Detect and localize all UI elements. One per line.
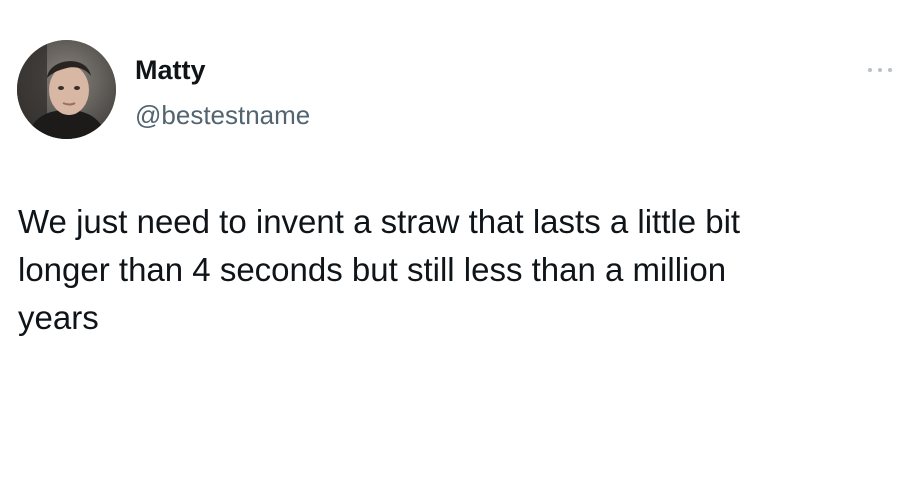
tweet-card: Matty @bestestname We just need to inven… <box>0 0 916 478</box>
more-horizontal-icon <box>878 68 882 72</box>
more-horizontal-icon <box>888 68 892 72</box>
author-display-name[interactable]: Matty <box>135 54 206 86</box>
tweet-text: We just need to invent a straw that last… <box>18 203 741 336</box>
avatar-photo-icon <box>17 40 116 139</box>
avatar[interactable] <box>17 40 116 139</box>
more-options-button[interactable] <box>868 62 892 78</box>
more-horizontal-icon <box>868 68 872 72</box>
author-handle[interactable]: @bestestname <box>135 99 310 131</box>
